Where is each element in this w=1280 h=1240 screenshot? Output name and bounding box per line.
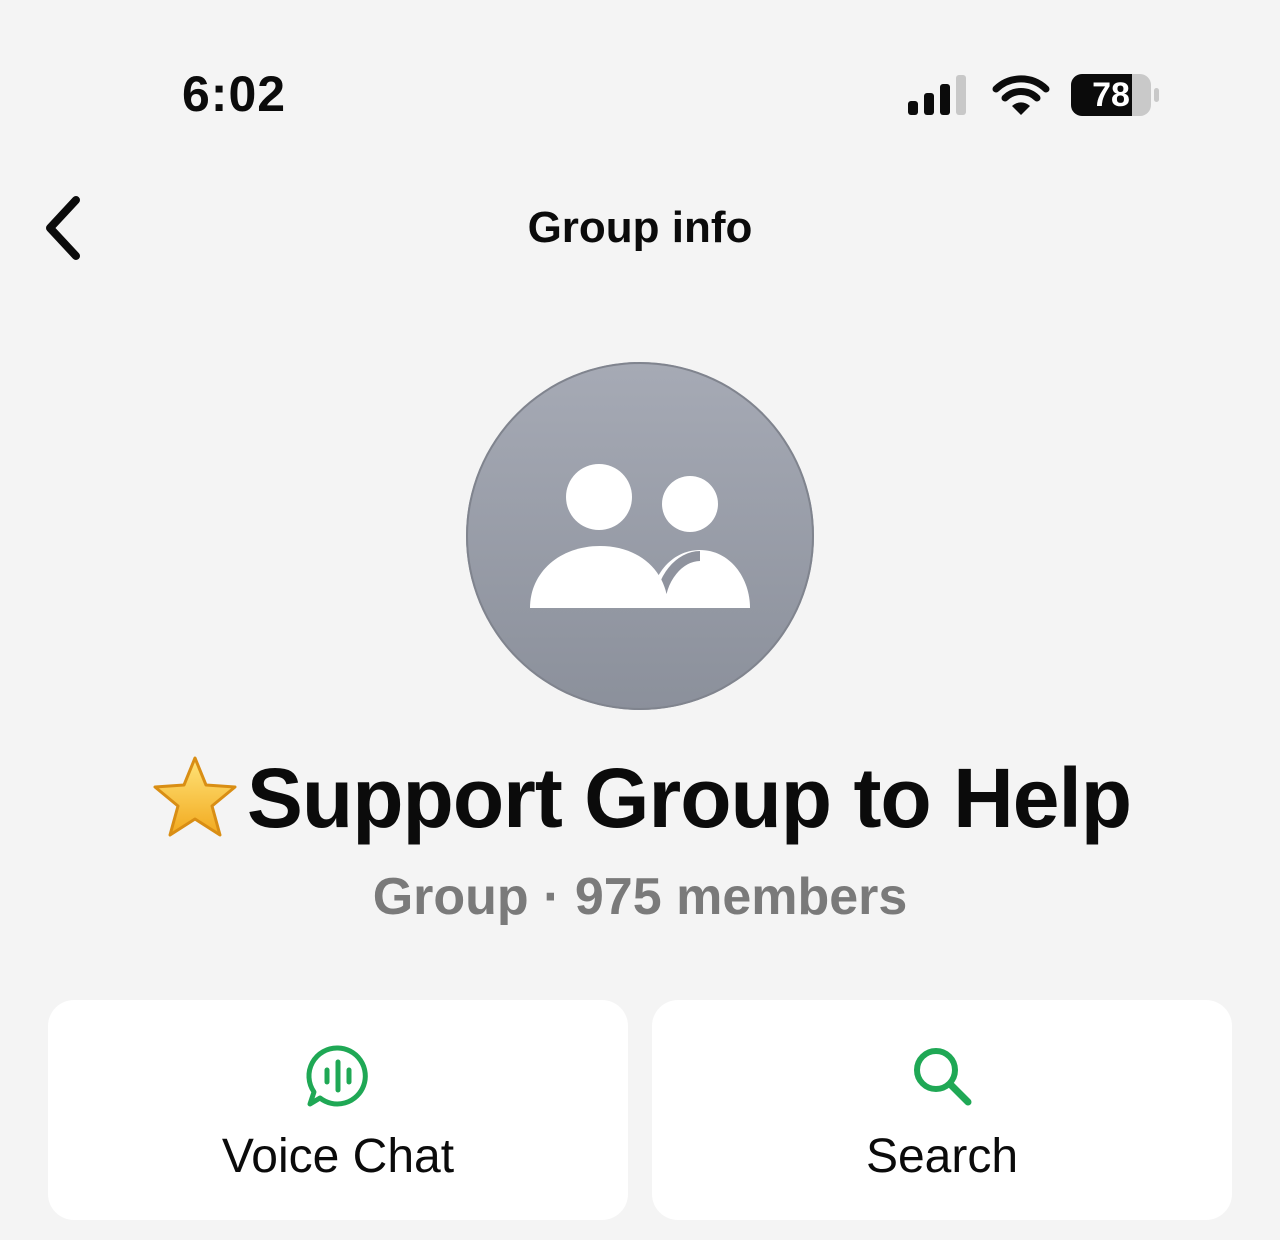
group-name: Support Group to Help [0,748,1280,848]
page-title: Group info [527,203,753,252]
voice-chat-label: Voice Chat [221,1130,455,1183]
search-icon [914,1048,972,1106]
signal-icon [908,75,966,115]
group-name-text: Support Group to Help [246,751,1132,845]
status-icons: 78 [906,70,1162,120]
search-label: Search [865,1130,1019,1183]
search-button[interactable]: Search [652,1000,1232,1220]
group-people-icon [530,464,750,609]
group-avatar[interactable] [466,362,814,710]
status-bar: 6:02 78 [0,0,1280,190]
battery-icon: 78 [1070,73,1162,117]
group-subtitle: Group · 975 members [372,868,908,926]
battery-level: 78 [1092,76,1130,114]
wifi-icon [992,75,1050,115]
voice-chat-icon [306,1045,368,1107]
voice-chat-button[interactable]: Voice Chat [48,1000,628,1220]
status-time: 6:02 [182,66,287,122]
star-icon [153,756,237,837]
